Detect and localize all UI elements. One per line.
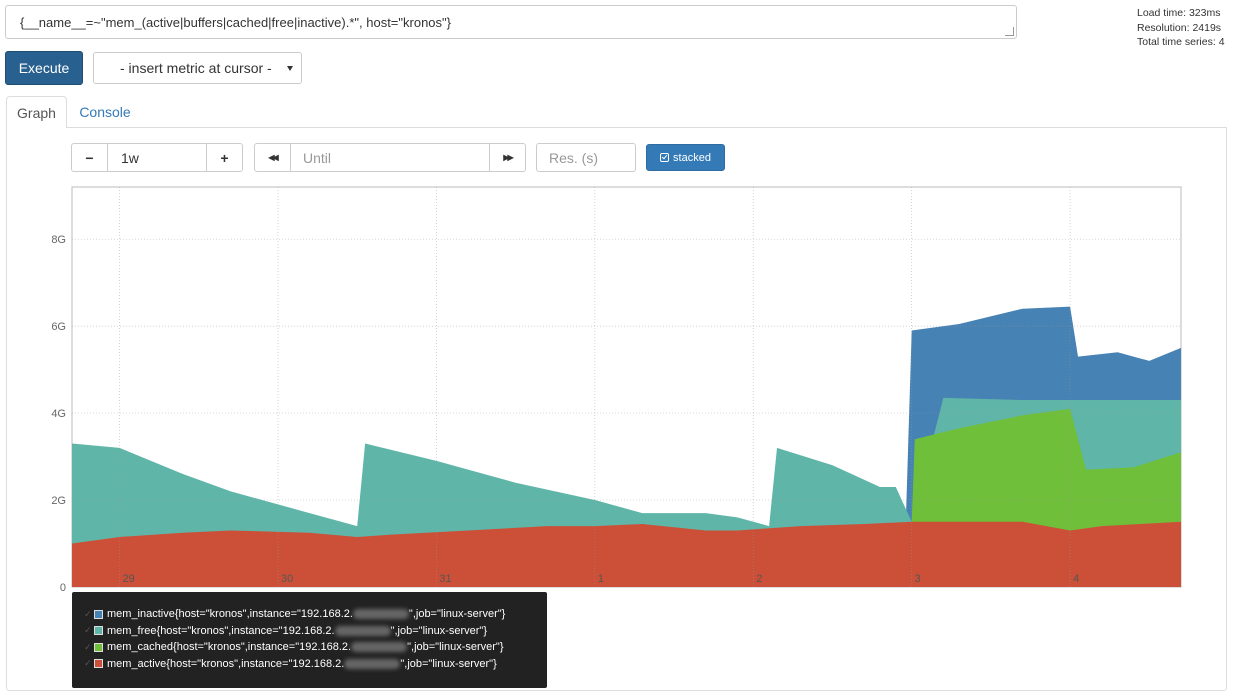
redacted-ip <box>334 625 391 636</box>
tab-graph[interactable]: Graph <box>6 96 67 128</box>
y-tick-label: 6G <box>51 321 66 333</box>
x-tick-label: 30 <box>281 573 293 585</box>
legend-label-prefix: mem_free{host="kronos",instance="192.168… <box>107 624 335 637</box>
y-tick-label: 0 <box>60 582 66 594</box>
check-icon: ✓ <box>84 658 92 669</box>
x-tick-label: 29 <box>123 573 135 585</box>
legend-item[interactable]: ✓ mem_cached{host="kronos",instance="192.… <box>72 639 547 656</box>
legend-label-prefix: mem_inactive{host="kronos",instance="192… <box>107 608 353 621</box>
redacted-ip <box>344 658 401 669</box>
legend-label-suffix: ",job="linux-server"} <box>390 624 487 637</box>
check-icon: ✓ <box>84 625 92 636</box>
legend-swatch <box>94 659 103 669</box>
legend-item[interactable]: ✓ mem_free{host="kronos",instance="192.16… <box>72 623 547 640</box>
check-icon: ✓ <box>84 608 92 619</box>
legend-label-suffix: ",job="linux-server"} <box>407 641 504 654</box>
y-tick-label: 2G <box>51 495 66 507</box>
legend-swatch <box>94 642 103 652</box>
legend-swatch <box>94 609 103 619</box>
redacted-ip <box>352 609 409 620</box>
legend: ✓ mem_inactive{host="kronos",instance="19… <box>72 592 547 688</box>
legend-label-suffix: ",job="linux-server"} <box>408 608 506 621</box>
y-tick-label: 8G <box>51 234 66 246</box>
legend-label-suffix: ",job="linux-server"} <box>400 657 497 670</box>
x-tick-label: 4 <box>1073 573 1079 585</box>
redacted-ip <box>351 642 408 653</box>
x-tick-label: 2 <box>756 573 762 585</box>
legend-item[interactable]: ✓ mem_active{host="kronos",instance="192.… <box>72 656 547 673</box>
legend-label-prefix: mem_cached{host="kronos",instance="192.1… <box>107 641 352 654</box>
legend-item[interactable]: ✓ mem_inactive{host="kronos",instance="19… <box>72 606 547 623</box>
x-tick-label: 31 <box>439 573 451 585</box>
legend-swatch <box>94 626 103 636</box>
graph-chart: 0 2G 4G 6G 8G 29 30 31 1 2 3 4 <box>51 186 1182 594</box>
x-tick-label: 3 <box>915 573 921 585</box>
x-tick-label: 1 <box>598 573 604 585</box>
series-area-active <box>72 521 1181 587</box>
y-tick-label: 4G <box>51 408 66 420</box>
legend-label-prefix: mem_active{host="kronos",instance="192.1… <box>107 657 345 670</box>
check-icon: ✓ <box>84 641 92 652</box>
